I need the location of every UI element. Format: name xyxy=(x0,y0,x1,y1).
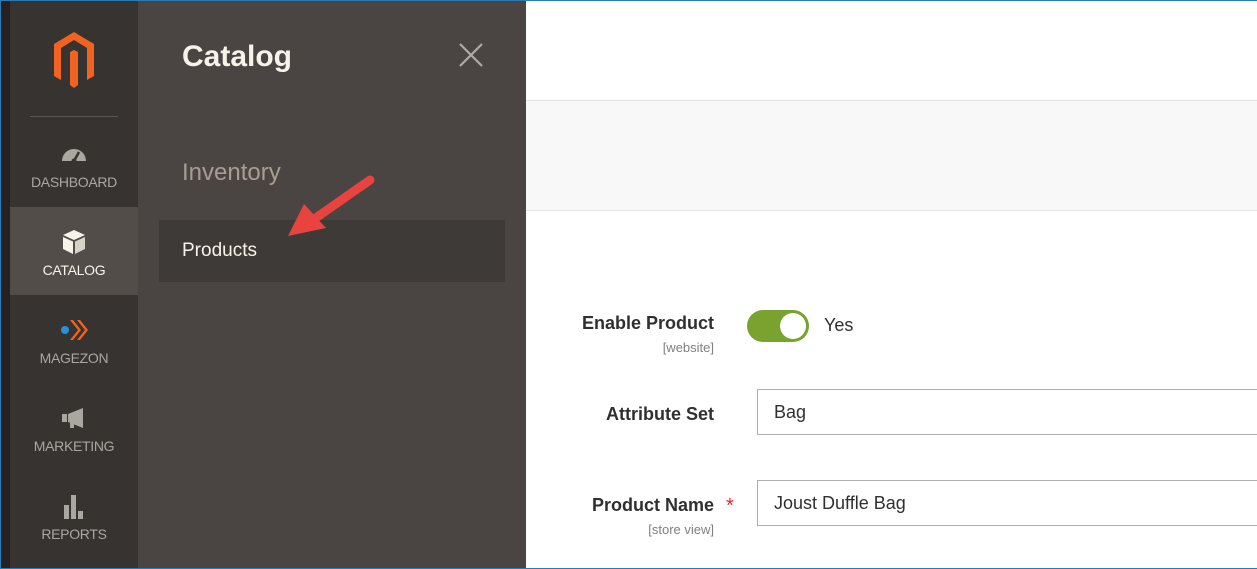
attribute-set-value: Bag xyxy=(774,402,807,422)
field-scope: [website] xyxy=(662,340,714,355)
catalog-flyout-menu: Catalog Inventory Products xyxy=(138,0,526,569)
dashboard-icon xyxy=(62,149,86,164)
bar-chart-icon xyxy=(64,495,83,519)
magento-logo-icon xyxy=(54,32,94,88)
logo-divider xyxy=(30,116,118,117)
attribute-set-select[interactable]: Bag xyxy=(757,389,1257,435)
main-content: Enable Product [website] Yes Attribute S… xyxy=(526,0,1257,569)
nav-item-reports[interactable]: REPORTS xyxy=(10,471,138,559)
logo[interactable] xyxy=(10,0,138,116)
nav-label: CATALOG xyxy=(42,262,106,278)
nav-label: MARKETING xyxy=(33,438,115,454)
flyout-section-inventory: Inventory xyxy=(182,159,281,186)
toggle-value: Yes xyxy=(824,315,854,335)
nav-item-magezon[interactable]: MAGEZON xyxy=(10,295,138,383)
annotation-arrow-icon xyxy=(288,175,375,236)
product-name-value: Joust Duffle Bag xyxy=(774,493,906,513)
admin-sidebar: DASHBOARD CATALOG MAGEZON MARKETING REPO… xyxy=(0,0,138,569)
field-label: Attribute Set xyxy=(606,404,714,424)
catalog-box-icon xyxy=(63,230,85,254)
page-actions-bar xyxy=(526,101,1257,211)
required-marker: * xyxy=(726,495,734,517)
field-label: Enable Product xyxy=(581,313,714,333)
nav-item-marketing[interactable]: MARKETING xyxy=(10,383,138,471)
product-name-input[interactable]: Joust Duffle Bag xyxy=(757,480,1257,526)
close-icon[interactable] xyxy=(456,40,486,70)
sidebar-edge xyxy=(0,0,10,569)
flyout-title: Catalog xyxy=(182,40,293,73)
nav-item-catalog[interactable]: CATALOG xyxy=(10,207,138,295)
megaphone-icon xyxy=(62,408,83,428)
enable-product-toggle[interactable] xyxy=(747,310,809,342)
magezon-icon xyxy=(61,320,88,340)
flyout-item-label: Products xyxy=(182,240,257,261)
page-header xyxy=(526,0,1257,101)
toggle-knob xyxy=(780,313,806,339)
nav-label: REPORTS xyxy=(41,526,107,542)
field-label: Product Name xyxy=(591,495,714,515)
nav-label: DASHBOARD xyxy=(31,174,117,190)
nav-item-dashboard[interactable]: DASHBOARD xyxy=(10,119,138,207)
nav-label: MAGEZON xyxy=(39,350,109,366)
field-scope: [store view] xyxy=(648,522,714,537)
